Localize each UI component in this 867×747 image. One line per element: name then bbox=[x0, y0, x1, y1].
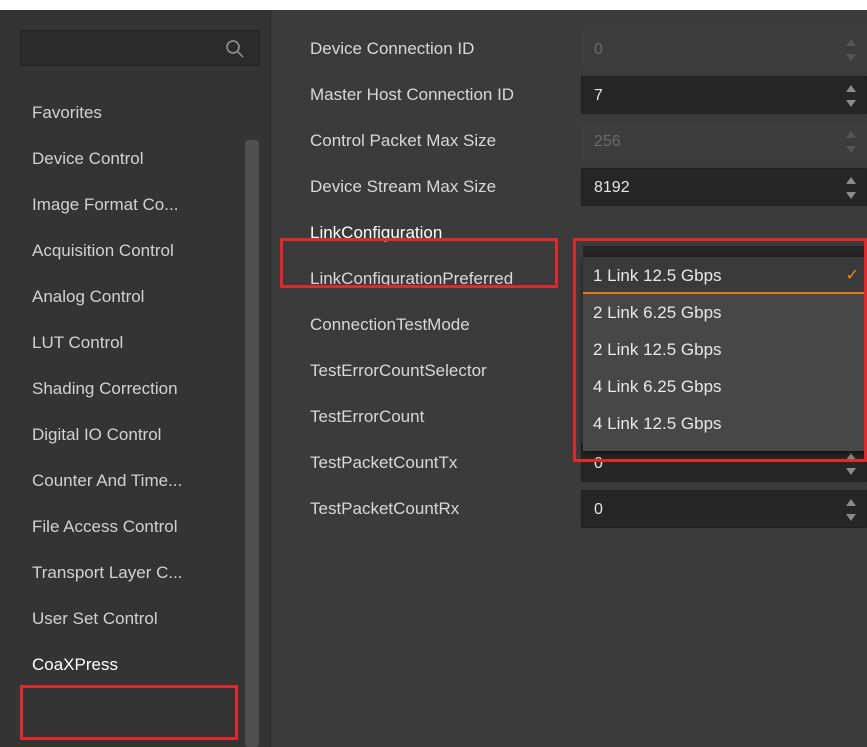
property-label: TestPacketCountRx bbox=[310, 499, 460, 518]
property-label: Master Host Connection ID bbox=[310, 85, 515, 104]
dropdown-option[interactable]: 2 Link 6.25 Gbps bbox=[583, 294, 867, 331]
field-value: 0 bbox=[594, 501, 603, 518]
property-label: TestErrorCountSelector bbox=[310, 361, 487, 380]
sidebar-item-counter-and-timer[interactable]: Counter And Time... bbox=[20, 458, 240, 504]
spin-arrows-icon[interactable] bbox=[846, 499, 856, 521]
sidebar-item-transport-layer-control[interactable]: Transport Layer C... bbox=[20, 550, 240, 596]
sidebar-item-shading-correction[interactable]: Shading Correction bbox=[20, 366, 240, 412]
field-value: 7 bbox=[594, 87, 603, 104]
sidebar: Favorites Device Control Image Format Co… bbox=[0, 10, 271, 747]
sidebar-item-user-set-control[interactable]: User Set Control bbox=[20, 596, 240, 642]
property-row: Device Connection ID 0 bbox=[270, 26, 867, 72]
sidebar-item-acquisition-control[interactable]: Acquisition Control bbox=[20, 228, 240, 274]
feature-category-list: Favorites Device Control Image Format Co… bbox=[20, 90, 240, 688]
search-input[interactable] bbox=[20, 30, 260, 66]
field-value: 0 bbox=[594, 41, 603, 58]
sidebar-item-favorites[interactable]: Favorites bbox=[20, 90, 240, 136]
property-label: ConnectionTestMode bbox=[310, 315, 470, 334]
dropdown-option[interactable]: 4 Link 6.25 Gbps bbox=[583, 368, 867, 405]
spin-arrows-icon[interactable] bbox=[846, 177, 856, 199]
property-row: TestPacketCountRx 0 bbox=[270, 486, 867, 532]
sidebar-item-digital-io-control[interactable]: Digital IO Control bbox=[20, 412, 240, 458]
field-value: 256 bbox=[594, 133, 621, 150]
test-packet-count-rx-field[interactable]: 0 bbox=[581, 490, 867, 528]
app-window: Favorites Device Control Image Format Co… bbox=[0, 10, 867, 747]
spin-arrows-icon bbox=[846, 39, 856, 61]
sidebar-scrollbar[interactable] bbox=[245, 140, 259, 747]
property-row: Master Host Connection ID 7 bbox=[270, 72, 867, 118]
device-connection-id-field: 0 bbox=[581, 30, 867, 68]
control-packet-max-size-field: 256 bbox=[581, 122, 867, 160]
property-label: LinkConfiguration bbox=[310, 223, 443, 242]
link-configuration-dropdown: 1 Link 12.5 Gbps ✓ 2 Link 6.25 Gbps 2 Li… bbox=[583, 257, 867, 451]
property-label: Device Connection ID bbox=[310, 39, 475, 58]
dropdown-option-label: 1 Link 12.5 Gbps bbox=[593, 266, 722, 285]
sidebar-item-coaxpress[interactable]: CoaXPress bbox=[20, 642, 240, 688]
property-row: Device Stream Max Size 8192 bbox=[270, 164, 867, 210]
property-label: TestErrorCount bbox=[310, 407, 425, 426]
sidebar-item-image-format-control[interactable]: Image Format Co... bbox=[20, 182, 240, 228]
spin-arrows-icon[interactable] bbox=[846, 85, 856, 107]
master-host-connection-id-field[interactable]: 7 bbox=[581, 76, 867, 114]
check-icon: ✓ bbox=[845, 267, 859, 284]
property-label: Control Packet Max Size bbox=[310, 131, 497, 150]
sidebar-item-analog-control[interactable]: Analog Control bbox=[20, 274, 240, 320]
property-label: LinkConfigurationPreferred bbox=[310, 269, 514, 288]
spin-arrows-icon bbox=[846, 131, 856, 153]
property-label: Device Stream Max Size bbox=[310, 177, 497, 196]
dropdown-option[interactable]: 2 Link 12.5 Gbps bbox=[583, 331, 867, 368]
search-icon[interactable] bbox=[225, 39, 245, 59]
sidebar-item-device-control[interactable]: Device Control bbox=[20, 136, 240, 182]
field-value: 8192 bbox=[594, 179, 630, 196]
dropdown-option[interactable]: 1 Link 12.5 Gbps ✓ bbox=[583, 257, 867, 294]
sidebar-item-file-access-control[interactable]: File Access Control bbox=[20, 504, 240, 550]
spin-arrows-icon[interactable] bbox=[846, 453, 856, 475]
sidebar-item-lut-control[interactable]: LUT Control bbox=[20, 320, 240, 366]
device-stream-max-size-field[interactable]: 8192 bbox=[581, 168, 867, 206]
property-label: TestPacketCountTx bbox=[310, 453, 458, 472]
property-row: Control Packet Max Size 256 bbox=[270, 118, 867, 164]
dropdown-option[interactable]: 4 Link 12.5 Gbps bbox=[583, 405, 867, 442]
